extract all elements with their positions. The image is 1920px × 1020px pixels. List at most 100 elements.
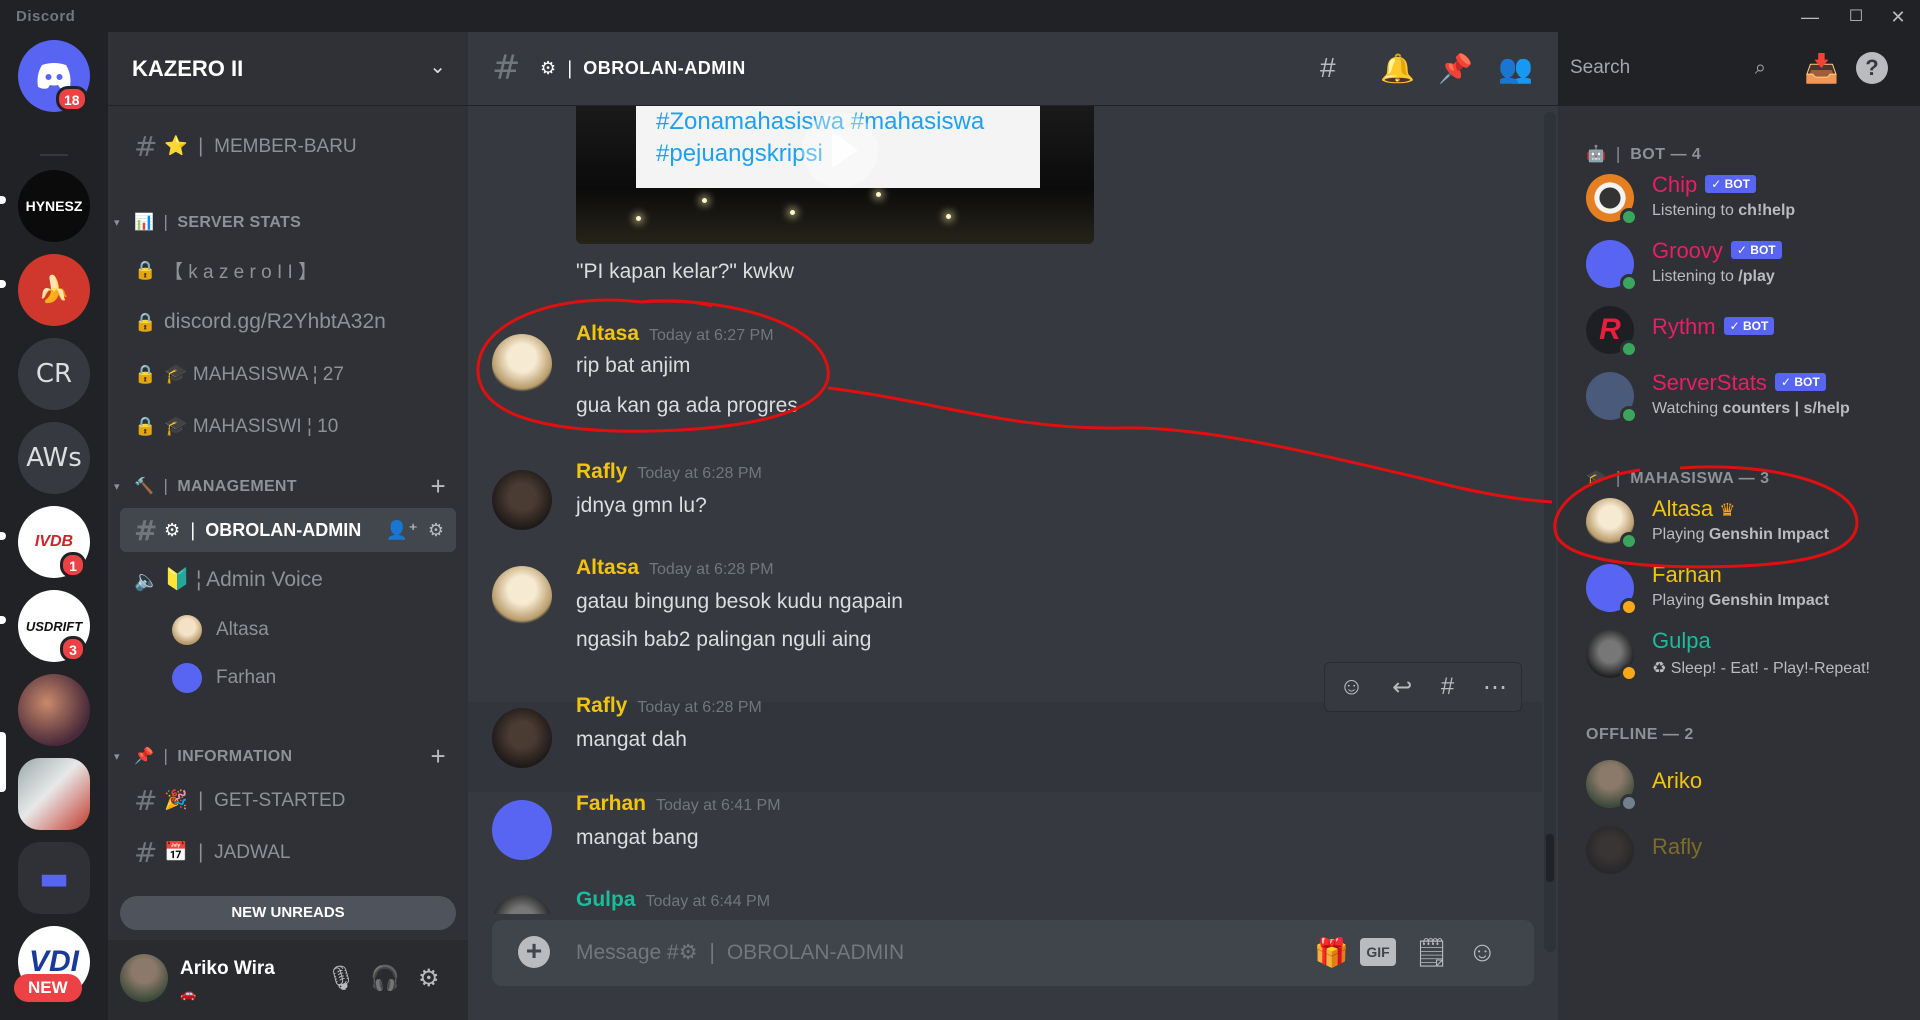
message-author[interactable]: Farhan Today at 6:41 PM: [576, 792, 781, 816]
member-name: ServerStats ✓ BOT: [1652, 370, 1826, 396]
member-activity: Watching counters | s/help: [1652, 400, 1850, 417]
add-channel-icon[interactable]: +: [431, 741, 446, 772]
video-light: [636, 216, 641, 221]
message-author[interactable]: Gulpa Today at 6:44 PM: [576, 888, 770, 912]
server-icon-aws[interactable]: AWs: [18, 422, 90, 494]
invite-icon[interactable]: 👤⁺: [386, 520, 418, 540]
server-label: 🍌: [37, 275, 71, 305]
member-gulpa[interactable]: Gulpa ♻ Sleep! - Eat! - Play!-Repeat!: [1586, 624, 1906, 684]
help-icon[interactable]: ?: [1856, 52, 1888, 84]
search-input[interactable]: Search ⌕: [1560, 50, 1776, 86]
message-author[interactable]: Altasa Today at 6:27 PM: [576, 322, 774, 346]
server-icon-cr[interactable]: CR: [18, 338, 90, 410]
gif-button[interactable]: GIF: [1360, 938, 1396, 966]
microphone-icon[interactable]: 🎙: [326, 964, 356, 993]
emoji-icon[interactable]: ☺: [1468, 936, 1497, 968]
message-group: Rafly Today at 6:28 PM mangat dah: [468, 694, 1558, 774]
app-name: Discord: [16, 8, 76, 25]
user-status: 🚗: [180, 986, 197, 1001]
new-unreads-button[interactable]: NEW UNREADS: [120, 896, 456, 930]
message-text: mangat bang: [576, 826, 699, 849]
avatar[interactable]: [492, 894, 552, 914]
chevron-down-icon: ⌄: [429, 56, 446, 78]
minimize-button[interactable]: —: [1792, 4, 1828, 30]
channel-member-baru[interactable]: # ⭐ ❘ MEMBER-BARU: [120, 124, 456, 168]
bot-tag: ✓ BOT: [1705, 175, 1756, 193]
member-group-mahasiswa: 🎓 ❘ MAHASISWA — 3: [1586, 470, 1770, 487]
server-badge: 1: [60, 552, 86, 578]
new-pill[interactable]: NEW: [14, 974, 82, 1002]
member-name: Rythm ✓ BOT: [1652, 314, 1775, 340]
message-composer[interactable]: + Message #⚙ ❘ OBROLAN-ADMIN 🎁 GIF 🗒 ☺: [492, 920, 1534, 986]
close-button[interactable]: ✕: [1880, 4, 1916, 30]
message-input[interactable]: Message #⚙ ❘ OBROLAN-ADMIN: [576, 940, 904, 965]
threads-icon[interactable]: #: [1320, 52, 1336, 84]
member-groovy[interactable]: Groovy ✓ BOT Listening to /play: [1586, 234, 1906, 294]
member-altasa[interactable]: Altasa ♛ Playing Genshin Impact: [1586, 492, 1906, 552]
channel-kazero[interactable]: 🔒 【 k a z e r o I I 】: [120, 248, 456, 292]
avatar[interactable]: [492, 708, 552, 768]
server-icon-hynesz[interactable]: HYNESZ: [18, 170, 90, 242]
avatar[interactable]: [120, 954, 168, 1002]
server-icon-banana[interactable]: 🍌: [18, 254, 90, 326]
message-author[interactable]: Rafly Today at 6:28 PM: [576, 460, 762, 484]
voice-user[interactable]: Farhan: [172, 660, 276, 696]
message-author[interactable]: Altasa Today at 6:28 PM: [576, 556, 774, 580]
avatar[interactable]: [492, 800, 552, 860]
guild-header[interactable]: KAZERO II ⌄: [108, 32, 468, 106]
channel-mahasiswi[interactable]: 🔒 🎓 MAHASISWI ¦ 10: [120, 404, 456, 448]
unread-pip: [0, 280, 6, 288]
member-ariko[interactable]: Ariko: [1586, 754, 1906, 814]
channel-jadwal[interactable]: # 📅 ❘ JADWAL: [120, 830, 456, 874]
hashtag-icon: #: [134, 513, 158, 547]
avatar[interactable]: [492, 566, 552, 626]
bell-icon[interactable]: 🔔: [1380, 52, 1415, 85]
maximize-button[interactable]: ☐: [1838, 4, 1874, 30]
member-serverstats[interactable]: ServerStats ✓ BOT Watching counters | s/h…: [1586, 366, 1906, 426]
settings-gear-icon[interactable]: ⚙: [418, 964, 440, 993]
channel-label: ⭐ ❘ MEMBER-BARU: [164, 136, 357, 157]
rail-separator: [40, 154, 68, 156]
member-list-icon[interactable]: 👥: [1498, 52, 1533, 85]
channel-mahasiswa[interactable]: 🔒 🎓 MAHASISWA ¦ 27: [120, 352, 456, 396]
scrollbar-track[interactable]: [1544, 112, 1556, 952]
voice-user[interactable]: Altasa: [172, 612, 269, 648]
category-label: 📊 ❘ SERVER STATS: [134, 214, 302, 231]
server-folder[interactable]: ▬: [18, 842, 90, 914]
member-rythm[interactable]: R Rythm ✓ BOT: [1586, 300, 1906, 360]
message-author[interactable]: Rafly Today at 6:28 PM: [576, 694, 762, 718]
sticker-icon[interactable]: 🗒: [1414, 936, 1450, 969]
bot-tag: ✓ BOT: [1730, 241, 1782, 259]
channel-get-started[interactable]: # 🎉 ❘ GET-STARTED: [120, 778, 456, 822]
server-icon-kazero[interactable]: [18, 758, 90, 830]
add-channel-icon[interactable]: +: [431, 471, 446, 502]
user-name: Ariko Wira: [180, 958, 275, 979]
member-list: 🤖 ❘ BOT — 4 Chip ✓ BOT Listening to ch!he…: [1558, 106, 1920, 1020]
lock-icon: 🔒: [134, 363, 157, 384]
member-rafly[interactable]: Rafly: [1586, 820, 1906, 880]
avatar[interactable]: [492, 470, 552, 530]
unread-pip: [0, 196, 6, 204]
category-management[interactable]: ▾ 🔨 ❘ MANAGEMENT +: [114, 471, 464, 502]
upload-plus-icon[interactable]: +: [518, 936, 550, 968]
server-icon-photo[interactable]: [18, 674, 90, 746]
unread-pip: [0, 616, 6, 624]
video-embed[interactable]: #Zonamahasiswa #mahasiswa #pejuangskrips…: [576, 106, 1094, 244]
voice-channel-admin[interactable]: 🔈 🔰 ¦ Admin Voice: [120, 558, 456, 602]
headphones-icon[interactable]: 🎧: [370, 964, 400, 993]
gift-icon[interactable]: 🎁: [1314, 936, 1349, 969]
member-chip[interactable]: Chip ✓ BOT Listening to ch!help: [1586, 168, 1906, 228]
pin-icon[interactable]: 📌: [1438, 52, 1473, 85]
channel-invite[interactable]: 🔒 discord.gg/R2YhbtA32n: [120, 300, 456, 344]
scrollbar-thumb[interactable]: [1546, 834, 1554, 882]
channel-obrolan-admin[interactable]: # ⚙ ❘ OBROLAN-ADMIN 👤⁺ ⚙: [120, 508, 456, 552]
gear-icon[interactable]: ⚙: [428, 520, 444, 540]
category-server-stats[interactable]: ▾ 📊 ❘ SERVER STATS: [114, 208, 464, 236]
category-information[interactable]: ▾ 📌 ❘ INFORMATION +: [114, 741, 464, 772]
channel-label: 📅 ❘ JADWAL: [164, 842, 291, 863]
inbox-icon[interactable]: 📥: [1804, 52, 1839, 85]
play-icon[interactable]: [802, 112, 878, 188]
avatar[interactable]: [492, 334, 552, 394]
member-farhan[interactable]: Farhan Playing Genshin Impact: [1586, 558, 1906, 618]
message-text: gatau bingung besok kudu ngapain: [576, 590, 903, 613]
